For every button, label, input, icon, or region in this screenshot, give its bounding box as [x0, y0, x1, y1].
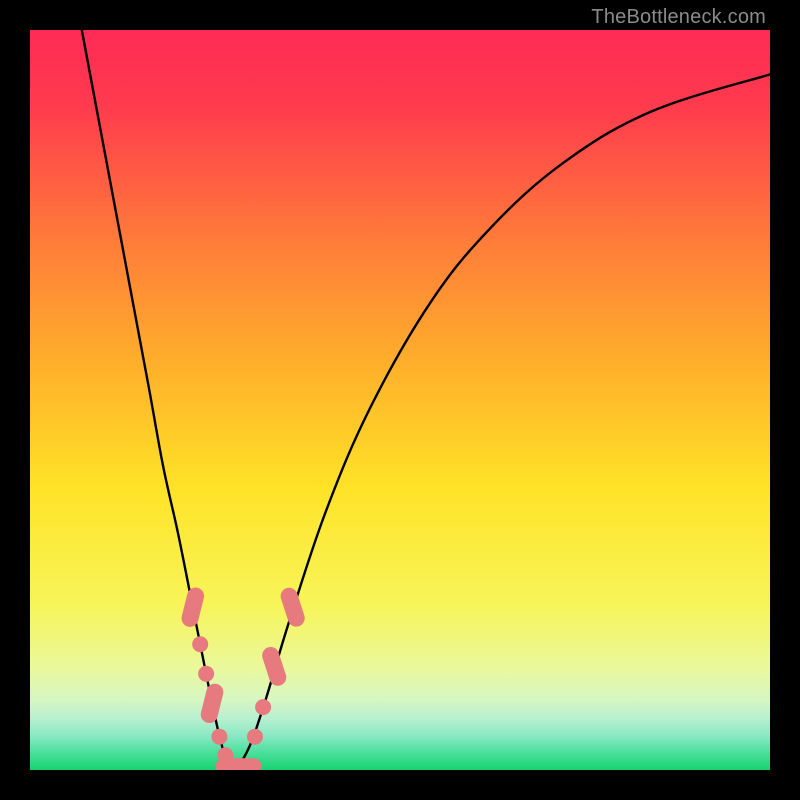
- data-marker-dot: [211, 729, 227, 745]
- chart-canvas: TheBottleneck.com: [0, 0, 800, 800]
- data-marker-dot: [247, 729, 263, 745]
- data-marker-dot: [198, 666, 214, 682]
- data-marker-dot: [255, 699, 271, 715]
- gradient-background: [30, 30, 770, 770]
- data-marker-dot: [192, 636, 208, 652]
- chart-svg: [30, 30, 770, 770]
- plot-area: [30, 30, 770, 770]
- watermark-label: TheBottleneck.com: [591, 6, 766, 29]
- data-marker-pill: [228, 758, 262, 770]
